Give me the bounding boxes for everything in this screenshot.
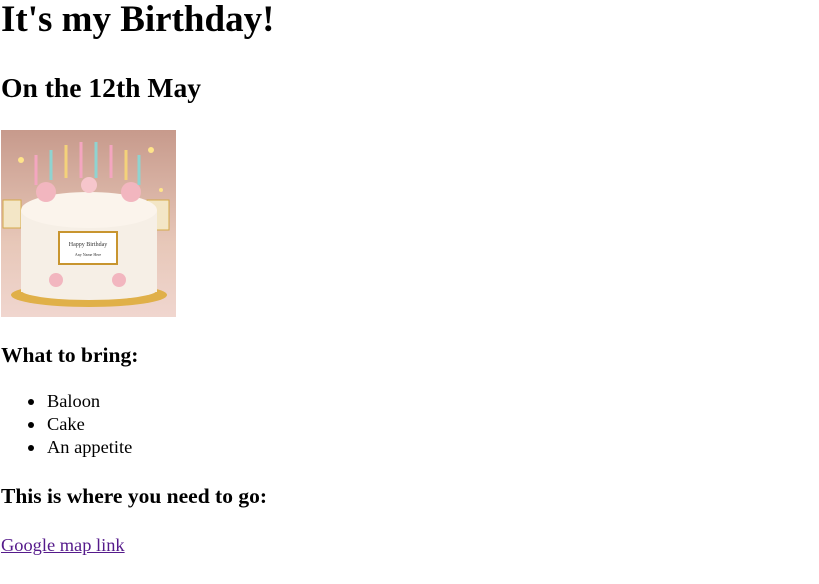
bring-list: Baloon Cake An appetite — [28, 390, 132, 459]
birthday-cake-image: Happy Birthday Any Name Here — [1, 130, 176, 317]
bullet-icon — [28, 422, 34, 428]
list-item-text: An appetite — [47, 437, 133, 457]
bullet-icon — [28, 445, 34, 451]
bring-heading: What to bring: — [1, 343, 139, 367]
location-heading: This is where you need to go: — [1, 484, 267, 508]
svg-text:Any Name Here: Any Name Here — [75, 252, 101, 257]
bullet-icon — [28, 399, 34, 405]
page-title: It's my Birthday! — [1, 0, 275, 40]
list-item: An appetite — [28, 436, 132, 459]
date-subtitle: On the 12th May — [1, 72, 202, 103]
list-item: Cake — [28, 413, 132, 436]
svg-text:Happy Birthday: Happy Birthday — [69, 242, 108, 248]
google-map-link[interactable]: Google map link — [1, 534, 125, 556]
list-item: Baloon — [28, 390, 132, 413]
list-item-text: Cake — [47, 414, 85, 434]
list-item-text: Baloon — [47, 391, 101, 411]
